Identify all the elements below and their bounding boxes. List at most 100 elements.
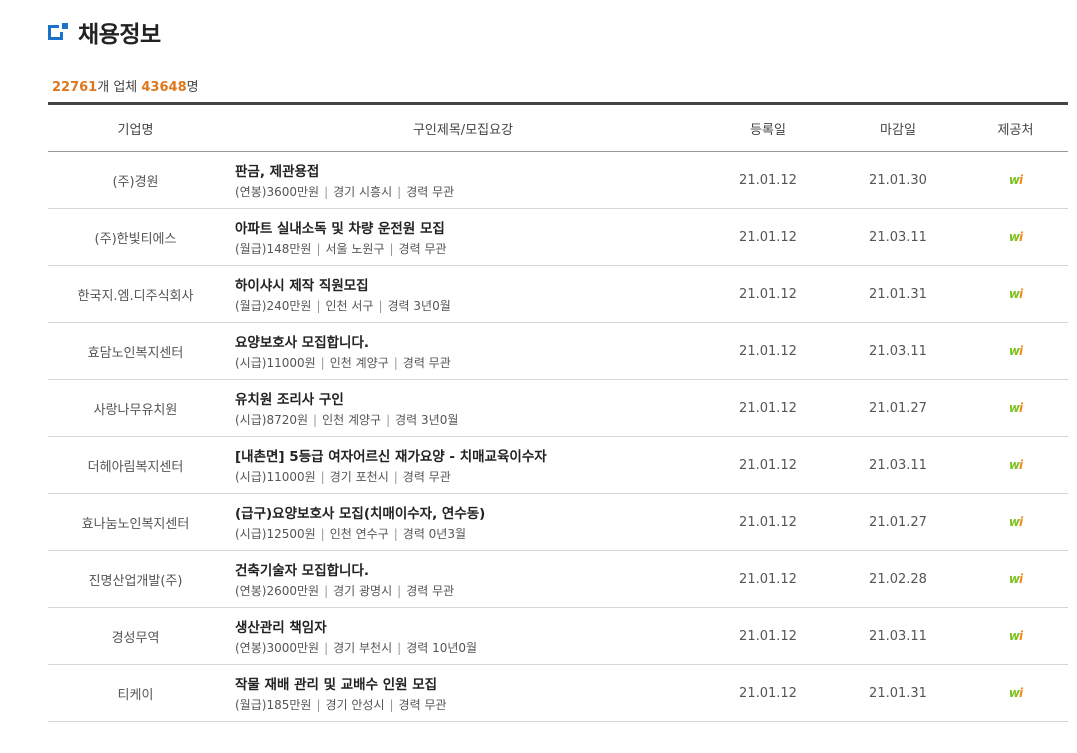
job-posting[interactable]: 건축기술자 모집합니다. (연봉)2600만원 | 경기 광명시 | 경력 무관 [223, 551, 703, 608]
company-name[interactable]: (주)한빛티에스 [48, 209, 223, 266]
job-summary: (월급)185만원 | 경기 안성시 | 경력 무관 [235, 696, 702, 713]
separator: | [313, 413, 318, 427]
job-title-link[interactable]: 요양보호사 모집합니다. [235, 331, 702, 351]
worknet-logo-icon[interactable]: wi [1009, 287, 1023, 301]
job-posting[interactable]: 아파트 실내소독 및 차량 운전원 모집 (월급)148만원 | 서울 노원구 | 경력 … [223, 209, 703, 266]
table-row[interactable]: 효담노인복지센터 요양보호사 모집합니다. (시급)11000원 | 인천 계양구 | 경력… [48, 323, 1068, 380]
job-title-link[interactable]: 생산관리 책임자 [235, 616, 702, 636]
registered-date: 21.01.12 [739, 628, 797, 644]
pay-info: (시급)12500원 [235, 527, 316, 541]
job-posting[interactable]: 생산관리 책임자 (연봉)3000만원 | 경기 부천시 | 경력 10년0월 [223, 608, 703, 665]
worknet-logo-icon[interactable]: wi [1009, 686, 1023, 700]
table-row[interactable]: 사랑나무유치원 유치원 조리사 구인 (시급)8720원 | 인천 계양구 | 경력 3년0… [48, 380, 1068, 437]
table-row[interactable]: 경성무역 생산관리 책임자 (연봉)3000만원 | 경기 부천시 | 경력 10년0월 21… [48, 608, 1068, 665]
table-row[interactable]: (주)경원 판금, 제관용접 (연봉)3600만원 | 경기 시흥시 | 경력 무관 21.0… [48, 152, 1068, 209]
company-name[interactable]: 사랑나무유치원 [48, 380, 223, 437]
source-cell: wi [963, 608, 1068, 665]
job-summary: (연봉)3600만원 | 경기 시흥시 | 경력 무관 [235, 183, 702, 200]
table-row[interactable]: 진명산업개발(주) 건축기술자 모집합니다. (연봉)2600만원 | 경기 광명시 | 경… [48, 551, 1068, 608]
job-posting[interactable]: [내촌면] 5등급 여자어르신 재가요양 - 치매교육이수자 (시급)11000원… [223, 437, 703, 494]
header-title: 구인제목/모집요강 [223, 102, 703, 152]
separator: | [316, 299, 321, 313]
experience-info: 경력 무관 [402, 356, 451, 370]
separator: | [316, 242, 321, 256]
worknet-logo-icon[interactable]: wi [1009, 344, 1023, 358]
job-posting[interactable]: 작물 재배 관리 및 교배수 인원 모집 (월급)185만원 | 경기 안성시 | 경력 … [223, 665, 703, 722]
location-info: 경기 안성시 [325, 698, 385, 712]
worknet-logo-icon[interactable]: wi [1009, 629, 1023, 643]
registered-date: 21.01.12 [739, 229, 797, 245]
worknet-logo-icon[interactable]: wi [1009, 572, 1023, 586]
separator: | [324, 584, 329, 598]
pay-info: (월급)185만원 [235, 698, 312, 712]
separator: | [320, 527, 325, 541]
separator: | [324, 641, 329, 655]
separator: | [393, 470, 398, 484]
table-row[interactable]: 한국지.엠.디주식회사 하이샤시 제작 직원모집 (월급)240만원 | 인천 서구 | 경… [48, 266, 1068, 323]
source-cell: wi [963, 209, 1068, 266]
job-title-link[interactable]: (급구)요양보호사 모집(치매이수자, 연수동) [235, 502, 702, 522]
job-title-link[interactable]: 판금, 제관용접 [235, 160, 702, 180]
worknet-logo-icon[interactable]: wi [1009, 230, 1023, 244]
location-info: 경기 부천시 [333, 641, 393, 655]
experience-info: 경력 무관 [406, 185, 455, 199]
job-table: 기업명 구인제목/모집요강 등록일 마감일 제공처 (주)경원 판금, 제관용접(… [48, 102, 1068, 722]
job-summary: (월급)148만원 | 서울 노원구 | 경력 무관 [235, 240, 702, 257]
job-posting[interactable]: (급구)요양보호사 모집(치매이수자, 연수동) (시급)12500원 | 인천 연수… [223, 494, 703, 551]
worknet-logo-icon[interactable]: wi [1009, 515, 1023, 529]
company-name[interactable]: 더헤아림복지센터 [48, 437, 223, 494]
source-cell: wi [963, 380, 1068, 437]
company-name[interactable]: 한국지.엠.디주식회사 [48, 266, 223, 323]
company-name[interactable]: 경성무역 [48, 608, 223, 665]
job-title-link[interactable]: 작물 재배 관리 및 교배수 인원 모집 [235, 673, 702, 693]
table-row[interactable]: (주)한빛티에스 아파트 실내소독 및 차량 운전원 모집 (월급)148만원 | 서울… [48, 209, 1068, 266]
source-cell: wi [963, 551, 1068, 608]
company-name[interactable]: 효담노인복지센터 [48, 323, 223, 380]
job-summary: (시급)11000원 | 경기 포천시 | 경력 무관 [235, 468, 702, 485]
registered-date: 21.01.12 [739, 571, 797, 587]
experience-info: 경력 10년0월 [406, 641, 478, 655]
job-summary: (시급)8720원 | 인천 계양구 | 경력 3년0월 [235, 411, 702, 428]
worknet-logo-icon[interactable]: wi [1009, 173, 1023, 187]
job-title-link[interactable]: 하이샤시 제작 직원모집 [235, 274, 702, 294]
pay-info: (월급)240만원 [235, 299, 312, 313]
table-row[interactable]: 더헤아림복지센터 [내촌면] 5등급 여자어르신 재가요양 - 치매교육이수자 (시… [48, 437, 1068, 494]
separator: | [393, 356, 398, 370]
company-name[interactable]: 진명산업개발(주) [48, 551, 223, 608]
location-info: 인천 계양구 [322, 413, 382, 427]
job-title-link[interactable]: 아파트 실내소독 및 차량 운전원 모집 [235, 217, 702, 237]
separator: | [397, 584, 402, 598]
header-source: 제공처 [963, 102, 1068, 152]
source-cell: wi [963, 665, 1068, 722]
deadline-date: 21.03.11 [869, 628, 927, 644]
job-posting[interactable]: 유치원 조리사 구인 (시급)8720원 | 인천 계양구 | 경력 3년0월 [223, 380, 703, 437]
location-info: 인천 계양구 [329, 356, 389, 370]
separator: | [393, 527, 398, 541]
separator: | [320, 470, 325, 484]
deadline-date: 21.01.30 [869, 172, 927, 188]
table-row[interactable]: 티케이 작물 재배 관리 및 교배수 인원 모집 (월급)185만원 | 경기 안성시 |… [48, 665, 1068, 722]
separator: | [386, 413, 391, 427]
people-count: 43648 [141, 80, 187, 95]
company-name[interactable]: 티케이 [48, 665, 223, 722]
job-title-link[interactable]: [내촌면] 5등급 여자어르신 재가요양 - 치매교육이수자 [235, 445, 702, 465]
deadline-date: 21.03.11 [869, 457, 927, 473]
worknet-logo-icon[interactable]: wi [1009, 458, 1023, 472]
registered-date: 21.01.12 [739, 286, 797, 302]
job-posting[interactable]: 요양보호사 모집합니다. (시급)11000원 | 인천 계양구 | 경력 무관 [223, 323, 703, 380]
company-name[interactable]: 효나눔노인복지센터 [48, 494, 223, 551]
company-name[interactable]: (주)경원 [48, 152, 223, 209]
source-cell: wi [963, 494, 1068, 551]
header-deadline: 마감일 [833, 102, 963, 152]
job-posting[interactable]: 하이샤시 제작 직원모집 (월급)240만원 | 인천 서구 | 경력 3년0월 [223, 266, 703, 323]
job-title-link[interactable]: 유치원 조리사 구인 [235, 388, 702, 408]
job-posting[interactable]: 판금, 제관용접 (연봉)3600만원 | 경기 시흥시 | 경력 무관 [223, 152, 703, 209]
table-row[interactable]: 효나눔노인복지센터 (급구)요양보호사 모집(치매이수자, 연수동) (시급)125… [48, 494, 1068, 551]
deadline-date: 21.01.27 [869, 514, 927, 530]
job-title-link[interactable]: 건축기술자 모집합니다. [235, 559, 702, 579]
deadline-date: 21.03.11 [869, 229, 927, 245]
deadline-date: 21.03.11 [869, 343, 927, 359]
separator: | [389, 242, 394, 256]
worknet-logo-icon[interactable]: wi [1009, 401, 1023, 415]
page-header: 채용정보 [48, 17, 161, 48]
